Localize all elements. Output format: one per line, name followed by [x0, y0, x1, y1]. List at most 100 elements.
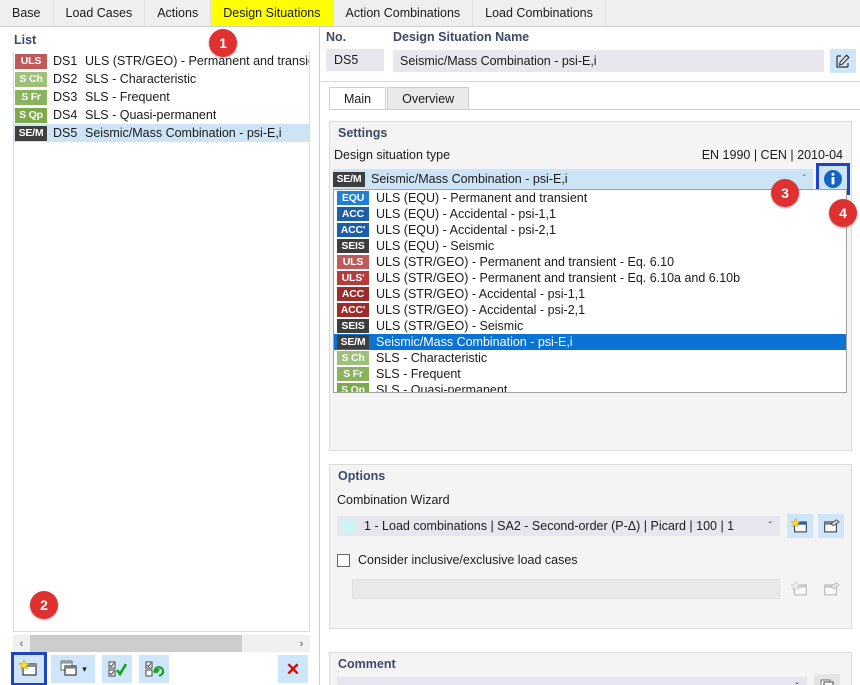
delete-design-situation-button[interactable]: ✕: [278, 655, 308, 683]
list-item-number: DS5: [53, 126, 78, 140]
tab-action-combinations[interactable]: Action Combinations: [333, 0, 474, 26]
design-situation-name-column: Design Situation Name Seismic/Mass Combi…: [393, 30, 856, 73]
chevron-down-icon[interactable]: ˇ: [803, 174, 806, 185]
list-item-name: SLS - Frequent: [85, 90, 170, 104]
copy-window-icon: [60, 660, 77, 676]
dropdown-item-badge: ACC': [337, 223, 369, 237]
number-column: No. DS5: [326, 30, 384, 71]
type-label: Seismic/Mass Combination - psi-E,i: [371, 172, 568, 186]
design-situations-list[interactable]: ULS DS1 ULS (STR/GEO) - Permanent and tran…: [13, 52, 310, 632]
delete-x-icon: ✕: [285, 659, 301, 679]
dropdown-item[interactable]: ULS' ULS (STR/GEO) - Permanent and transi…: [334, 270, 846, 286]
design-situations-window: Base Load Cases Actions Design Situations Ac…: [0, 0, 860, 685]
list-item[interactable]: S Ch DS2 SLS - Characteristic: [14, 70, 309, 88]
dropdown-item-label: ULS (STR/GEO) - Seismic: [376, 319, 524, 333]
dropdown-item-label: ULS (STR/GEO) - Permanent and transient …: [376, 271, 741, 285]
check-refresh-icon: [145, 661, 164, 677]
info-icon: [824, 170, 842, 188]
dropdown-item[interactable]: ACC ULS (STR/GEO) - Accidental - psi-1,1: [334, 286, 846, 302]
design-situations-list-panel: List ULS DS1 ULS (STR/GEO) - Permanent and…: [0, 27, 320, 685]
design-situation-name-input[interactable]: Seismic/Mass Combination - psi-E,i: [393, 50, 824, 72]
new-combination-wizard-button[interactable]: [787, 514, 813, 538]
dropdown-item-badge: S Qp: [337, 383, 369, 392]
scroll-right-icon[interactable]: ›: [293, 635, 310, 652]
new-window-icon: [19, 660, 37, 676]
annotation-marker-1: 1: [209, 29, 237, 57]
dropdown-item[interactable]: SE/M Seismic/Mass Combination - psi-E,i: [334, 334, 846, 350]
dropdown-item-badge: SEIS: [337, 319, 369, 333]
dropdown-item[interactable]: ACC' ULS (STR/GEO) - Accidental - psi-2,1: [334, 302, 846, 318]
tab-load-combinations[interactable]: Load Combinations: [473, 0, 606, 26]
dropdown-item[interactable]: SEIS ULS (EQU) - Seismic: [334, 238, 846, 254]
list-header: List: [14, 33, 37, 47]
tab-design-situations[interactable]: Design Situations: [211, 0, 334, 26]
chevron-down-icon[interactable]: ˇ: [769, 521, 772, 532]
scrollbar-thumb[interactable]: [30, 635, 242, 652]
list-item-name: SLS - Quasi-permanent: [85, 108, 217, 122]
detail-tab-overview[interactable]: Overview: [387, 87, 470, 110]
list-item[interactable]: S Fr DS3 SLS - Frequent: [14, 88, 309, 106]
wizard-color-swatch: [341, 519, 356, 533]
consider-load-cases-checkbox[interactable]: [337, 553, 350, 567]
list-item[interactable]: ULS DS1 ULS (STR/GEO) - Permanent and tran…: [14, 52, 309, 70]
dropdown-item[interactable]: S Fr SLS - Frequent: [334, 366, 846, 382]
dropdown-item[interactable]: ACC' ULS (EQU) - Accidental - psi-2,1: [334, 222, 846, 238]
list-item[interactable]: S Qp DS4 SLS - Quasi-permanent: [14, 106, 309, 124]
design-situation-type-dropdown[interactable]: EQU ULS (EQU) - Permanent and transient AC…: [333, 189, 847, 393]
select-all-button[interactable]: [102, 655, 132, 683]
list-item-number: DS4: [53, 108, 78, 122]
new-design-situation-button[interactable]: [11, 652, 47, 685]
tab-actions[interactable]: Actions: [145, 0, 212, 26]
comment-combobox[interactable]: ˇ: [337, 677, 807, 685]
dropdown-item-label: ULS (STR/GEO) - Accidental - psi-1,1: [376, 287, 586, 301]
detail-tab-main[interactable]: Main: [329, 87, 387, 110]
dropdown-item[interactable]: S Qp SLS - Quasi-permanent: [334, 382, 846, 392]
dropdown-item-badge: SEIS: [337, 239, 369, 253]
chevron-down-icon[interactable]: ˇ: [796, 682, 799, 685]
dropdown-item[interactable]: ULS ULS (STR/GEO) - Permanent and transie…: [334, 254, 846, 270]
detail-tabs: Main Overview: [329, 87, 860, 110]
options-group-label: Options: [338, 469, 386, 483]
combination-wizard-combobox[interactable]: 1 - Load combinations | SA2 - Second-ord…: [337, 516, 780, 536]
consider-load-cases-row[interactable]: Consider inclusive/exclusive load cases: [337, 553, 578, 567]
list-horizontal-scrollbar[interactable]: ‹ ›: [13, 635, 310, 652]
settings-group: Settings Design situation type EN 1990 |…: [329, 121, 852, 451]
dropdown-item[interactable]: ACC ULS (EQU) - Accidental - psi-1,1: [334, 206, 846, 222]
number-value: DS5: [326, 49, 384, 71]
main-tab-strip: Base Load Cases Actions Design Situations Ac…: [0, 0, 860, 27]
settings-group-label: Settings: [338, 126, 388, 140]
list-item-badge: S Fr: [15, 89, 47, 105]
annotation-marker-2: 2: [30, 591, 58, 619]
dropdown-item[interactable]: S Ch SLS - Characteristic: [334, 350, 846, 366]
design-situation-type-combobox[interactable]: SE/M Seismic/Mass Combination - psi-E,i …: [333, 169, 813, 189]
dropdown-item-label: ULS (EQU) - Accidental - psi-2,1: [376, 223, 556, 237]
options-group: Options Combination Wizard 1 - Load comb…: [329, 464, 852, 629]
edit-name-button[interactable]: [830, 49, 856, 73]
dropdown-item-badge: ACC': [337, 303, 369, 317]
comment-picker-button[interactable]: [814, 674, 840, 685]
copy-dropdown-chevron-icon[interactable]: ▾: [82, 664, 87, 675]
list-item[interactable]: SE/M DS5 Seismic/Mass Combination - psi-E,…: [14, 124, 309, 142]
dropdown-item-badge: S Fr: [337, 367, 369, 381]
dropdown-item-label: ULS (STR/GEO) - Permanent and transient …: [376, 255, 675, 269]
tab-load-cases[interactable]: Load Cases: [53, 0, 146, 26]
copy-design-situation-button[interactable]: ▾: [51, 655, 95, 683]
list-item-badge: ULS: [15, 53, 47, 69]
wizard-value: 1 - Load combinations | SA2 - Second-ord…: [364, 519, 735, 533]
edit-combination-wizard-button[interactable]: [818, 514, 844, 538]
list-item-name: Seismic/Mass Combination - psi-E,i: [85, 126, 282, 140]
scrollbar-track[interactable]: [30, 635, 293, 652]
scroll-left-icon[interactable]: ‹: [13, 635, 30, 652]
dropdown-item[interactable]: EQU ULS (EQU) - Permanent and transient: [334, 190, 846, 206]
dropdown-item[interactable]: SEIS ULS (STR/GEO) - Seismic: [334, 318, 846, 334]
list-item-name: SLS - Characteristic: [85, 72, 197, 86]
tab-base[interactable]: Base: [0, 0, 54, 26]
new-window-icon-disabled: [791, 580, 807, 595]
consider-load-cases-label: Consider inclusive/exclusive load cases: [358, 553, 578, 567]
dropdown-item-badge: ACC: [337, 287, 369, 301]
refresh-selection-button[interactable]: [139, 655, 169, 683]
dropdown-item-label: SLS - Frequent: [376, 367, 461, 381]
list-item-number: DS3: [53, 90, 78, 104]
dropdown-item-badge: ULS': [337, 271, 369, 285]
dropdown-item-label: ULS (STR/GEO) - Accidental - psi-2,1: [376, 303, 586, 317]
